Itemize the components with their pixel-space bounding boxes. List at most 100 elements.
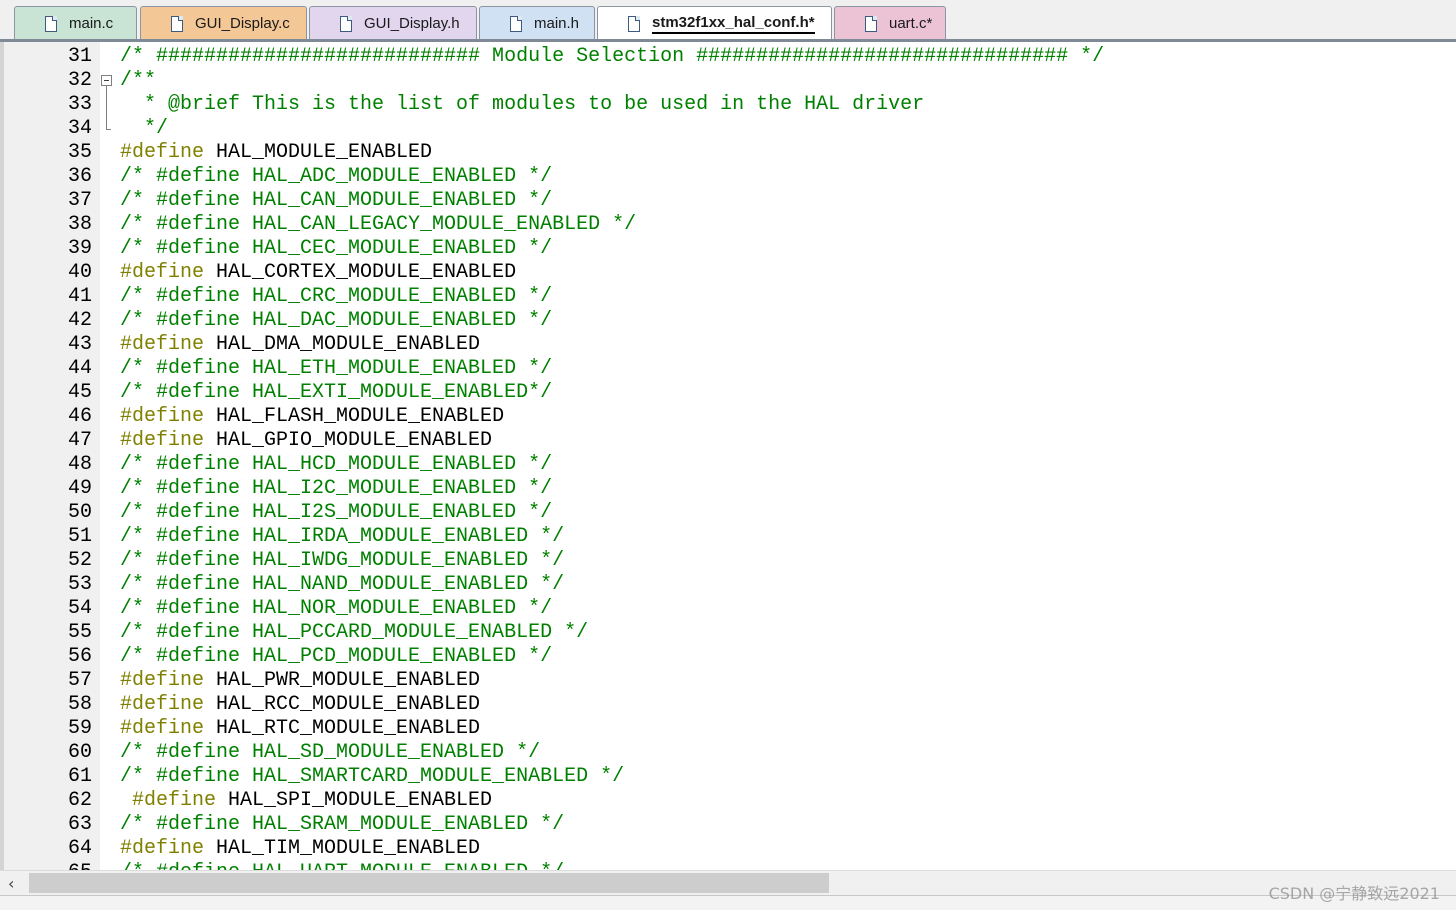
line-number: 46	[67, 405, 92, 428]
code-line: 62 #define HAL_SPI_MODULE_ENABLED	[0, 789, 1456, 813]
line-number: 35	[67, 141, 92, 164]
directive-token: #define	[120, 261, 205, 284]
code-line: 54 /* #define HAL_NOR_MODULE_ENABLED */	[0, 597, 1456, 621]
tab-bar: main.c GUI_Display.c GUI_Display.h main.h st…	[0, 0, 1456, 42]
code-text: /* #define HAL_CEC_MODULE_ENABLED */	[120, 237, 552, 261]
code-text: /* #define HAL_SRAM_MODULE_ENABLED */	[120, 813, 564, 837]
code-text: #define HAL_SPI_MODULE_ENABLED	[120, 789, 492, 813]
file-icon	[628, 15, 640, 32]
macro-token: HAL_PWR_MODULE_ENABLED	[204, 669, 481, 692]
tab-main-h[interactable]: main.h	[479, 6, 595, 40]
code-line: 41 /* #define HAL_CRC_MODULE_ENABLED */	[0, 285, 1456, 309]
line-number: 42	[67, 309, 92, 332]
tab-uart-c[interactable]: uart.c*	[834, 6, 946, 40]
line-number: 57	[67, 669, 92, 692]
line-number: 52	[67, 549, 92, 572]
comment-token: /* #define HAL_HCD_MODULE_ENABLED */	[120, 453, 553, 476]
code-text: */	[120, 117, 168, 141]
code-editor[interactable]: 31 /* ########################### Module …	[0, 42, 1456, 870]
line-number: 47	[67, 429, 92, 452]
code-text: /* #define HAL_IWDG_MODULE_ENABLED */	[120, 549, 564, 573]
tab-stm32f1xx-hal-conf-h[interactable]: stm32f1xx_hal_conf.h*	[597, 6, 832, 40]
code-text: /* #define HAL_CRC_MODULE_ENABLED */	[120, 285, 552, 309]
code-line: 46 #define HAL_FLASH_MODULE_ENABLED	[0, 405, 1456, 429]
tab-label: stm32f1xx_hal_conf.h*	[652, 14, 815, 34]
horizontal-scrollbar[interactable]: ‹	[0, 870, 1456, 895]
code-line: 37 /* #define HAL_CAN_MODULE_ENABLED */	[0, 189, 1456, 213]
code-text: #define HAL_GPIO_MODULE_ENABLED	[120, 429, 492, 453]
line-number: 31	[67, 45, 92, 68]
line-number: 55	[67, 621, 92, 644]
line-number: 49	[67, 477, 92, 500]
line-number: 65	[0, 861, 92, 870]
file-icon	[45, 15, 57, 32]
code-text: * @brief This is the list of modules to …	[120, 93, 924, 117]
code-line: 40 #define HAL_CORTEX_MODULE_ENABLED	[0, 261, 1456, 285]
code-text: #define HAL_PWR_MODULE_ENABLED	[120, 669, 480, 693]
line-number: 38	[67, 213, 92, 236]
file-icon	[865, 15, 877, 32]
code-line: 65 /* #define HAL_UART_MODULE_ENABLED */	[0, 861, 1456, 870]
code-line: 50 /* #define HAL_I2S_MODULE_ENABLED */	[0, 501, 1456, 525]
code-text: /**	[120, 69, 156, 93]
comment-token: /* #define HAL_ADC_MODULE_ENABLED */	[120, 165, 553, 188]
line-number: 39	[67, 237, 92, 260]
comment-token: /* #define HAL_PCD_MODULE_ENABLED */	[120, 645, 553, 668]
comment-token: /* #define HAL_IRDA_MODULE_ENABLED */	[120, 525, 565, 548]
macro-token: HAL_DMA_MODULE_ENABLED	[204, 333, 481, 356]
code-text: /* #define HAL_ETH_MODULE_ENABLED */	[120, 357, 552, 381]
comment-token: /* #define HAL_IWDG_MODULE_ENABLED */	[120, 549, 565, 572]
status-strip	[0, 895, 1456, 910]
line-number: 51	[67, 525, 92, 548]
comment-token: */	[120, 117, 169, 140]
scrollbar-thumb[interactable]	[29, 873, 829, 893]
tab-gui-display-c[interactable]: GUI_Display.c	[140, 6, 307, 40]
directive-token: #define	[120, 693, 205, 716]
code-line: 57 #define HAL_PWR_MODULE_ENABLED	[0, 669, 1456, 693]
code-line: 45 /* #define HAL_EXTI_MODULE_ENABLED*/	[0, 381, 1456, 405]
code-text: /* ########################### Module Se…	[120, 45, 1104, 69]
tab-gui-display-h[interactable]: GUI_Display.h	[309, 6, 477, 40]
code-line: 58 #define HAL_RCC_MODULE_ENABLED	[0, 693, 1456, 717]
line-number: 44	[67, 357, 92, 380]
line-number: 48	[67, 453, 92, 476]
code-line: 47 #define HAL_GPIO_MODULE_ENABLED	[0, 429, 1456, 453]
macro-token: HAL_TIM_MODULE_ENABLED	[204, 837, 481, 860]
code-text: /* #define HAL_HCD_MODULE_ENABLED */	[120, 453, 552, 477]
code-line: 52 /* #define HAL_IWDG_MODULE_ENABLED */	[0, 549, 1456, 573]
code-line: 43 #define HAL_DMA_MODULE_ENABLED	[0, 333, 1456, 357]
code-text: /* #define HAL_PCD_MODULE_ENABLED */	[120, 645, 552, 669]
code-line: 60 /* #define HAL_SD_MODULE_ENABLED */	[0, 741, 1456, 765]
code-text: /* #define HAL_DAC_MODULE_ENABLED */	[120, 309, 552, 333]
tab-label: GUI_Display.h	[364, 15, 460, 32]
code-text: #define HAL_CORTEX_MODULE_ENABLED	[120, 261, 516, 285]
directive-token: #define	[120, 837, 205, 860]
line-number: 64	[67, 837, 92, 860]
line-number: 41	[67, 285, 92, 308]
tab-label: uart.c*	[889, 15, 933, 32]
comment-token: /* #define HAL_SRAM_MODULE_ENABLED */	[120, 813, 565, 836]
scroll-left-arrow-icon[interactable]: ‹	[8, 874, 14, 893]
tab-main-c[interactable]: main.c	[14, 6, 137, 40]
macro-token: HAL_GPIO_MODULE_ENABLED	[204, 429, 493, 452]
line-number: 59	[67, 717, 92, 740]
code-line: 33 * @brief This is the list of modules …	[0, 93, 1456, 117]
comment-token: /* #define HAL_CAN_MODULE_ENABLED */	[120, 189, 553, 212]
line-number: 36	[67, 165, 92, 188]
tab-label: GUI_Display.c	[195, 15, 290, 32]
comment-token: /* #define HAL_UART_MODULE_ENABLED */	[120, 861, 564, 870]
code-text: /* #define HAL_I2S_MODULE_ENABLED */	[120, 501, 552, 525]
macro-token: HAL_FLASH_MODULE_ENABLED	[204, 405, 505, 428]
comment-token: /**	[120, 69, 157, 92]
code-line: 48 /* #define HAL_HCD_MODULE_ENABLED */	[0, 453, 1456, 477]
comment-token: /* #define HAL_ETH_MODULE_ENABLED */	[120, 357, 553, 380]
code-text: /* #define HAL_NOR_MODULE_ENABLED */	[120, 597, 552, 621]
code-text: /* #define HAL_CAN_MODULE_ENABLED */	[120, 189, 552, 213]
macro-token: HAL_RTC_MODULE_ENABLED	[204, 717, 481, 740]
watermark: CSDN @宁静致远2021	[1268, 884, 1440, 903]
comment-token: /* #define HAL_CAN_LEGACY_MODULE_ENABLED…	[120, 213, 637, 236]
comment-token: /* #define HAL_SD_MODULE_ENABLED */	[120, 741, 541, 764]
comment-token: /* #define HAL_SMARTCARD_MODULE_ENABLED …	[120, 765, 625, 788]
code-text: #define HAL_TIM_MODULE_ENABLED	[120, 837, 480, 861]
comment-token: /* #define HAL_I2C_MODULE_ENABLED */	[120, 477, 553, 500]
